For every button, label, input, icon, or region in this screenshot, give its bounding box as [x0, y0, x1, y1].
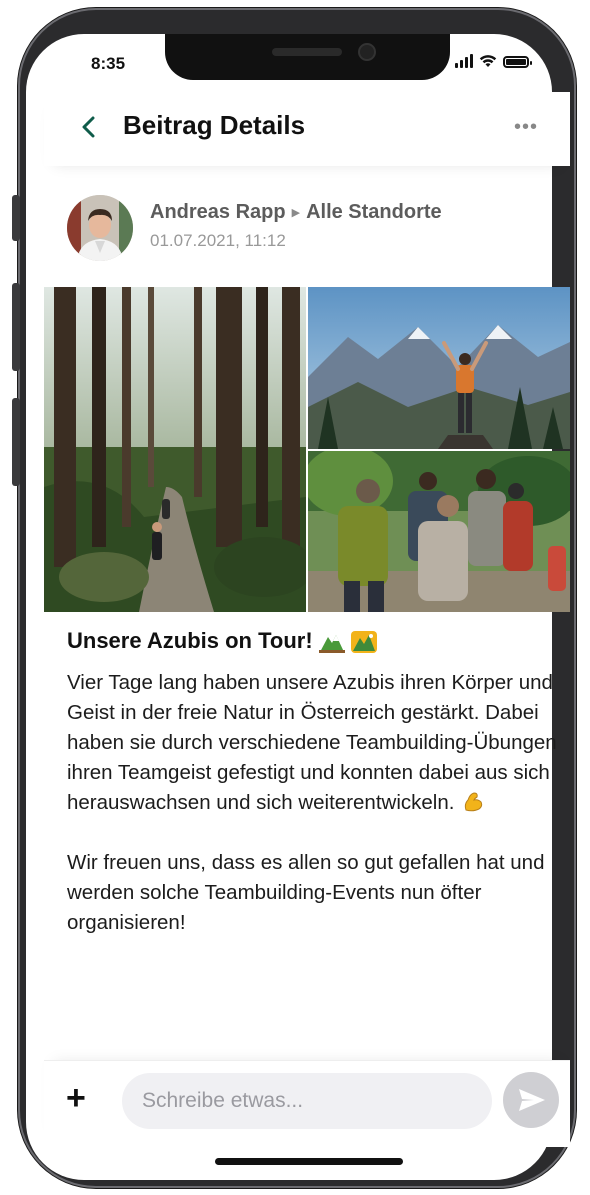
page-title: Beitrag Details — [123, 110, 306, 140]
author-line: Andreas Rapp ▶ Alle Standorte — [150, 201, 442, 224]
mountain-emoji-icon — [318, 635, 345, 653]
audience-arrow-icon: ▶ — [291, 207, 301, 219]
national-park-emoji-icon — [350, 631, 377, 653]
audience-name[interactable]: Alle Standorte — [306, 201, 442, 224]
cellular-signal-icon — [455, 54, 473, 68]
notch — [165, 34, 450, 80]
more-dots-icon[interactable]: ••• — [514, 116, 538, 139]
post-paragraph-2: Wir freuen uns, dass es allen so gut gef… — [67, 851, 545, 934]
avatar[interactable] — [67, 195, 133, 261]
speaker — [272, 48, 342, 56]
battery-icon — [503, 56, 532, 68]
forest-hiking-photo[interactable] — [44, 287, 306, 612]
comment-composer: + — [44, 1060, 570, 1147]
volume-down-button — [12, 398, 20, 486]
hiking-group-photo[interactable] — [308, 451, 570, 612]
status-time: 8:35 — [91, 54, 126, 73]
volume-up-button — [12, 283, 20, 371]
flexed-biceps-emoji-icon — [464, 792, 483, 812]
mountain-summit-photo[interactable] — [308, 287, 570, 449]
back-chevron-icon[interactable] — [74, 112, 104, 142]
wifi-icon — [479, 55, 497, 67]
send-icon — [519, 1089, 545, 1111]
post-date: 01.07.2021, 11:12 — [150, 231, 286, 250]
home-indicator[interactable] — [215, 1158, 403, 1165]
app-header: Beitrag Details ••• — [44, 92, 570, 166]
post-body: Vier Tage lang haben unsere Azubis ihren… — [67, 668, 557, 938]
status-icons — [455, 54, 532, 68]
message-input[interactable] — [122, 1073, 492, 1129]
send-button[interactable] — [503, 1072, 559, 1128]
post-title-text: Unsere Azubis on Tour! — [67, 628, 313, 653]
post-title: Unsere Azubis on Tour! — [67, 628, 377, 654]
front-camera — [358, 43, 376, 61]
plus-icon[interactable]: + — [66, 1079, 86, 1118]
mute-switch — [12, 195, 20, 241]
author-name[interactable]: Andreas Rapp — [150, 201, 286, 224]
